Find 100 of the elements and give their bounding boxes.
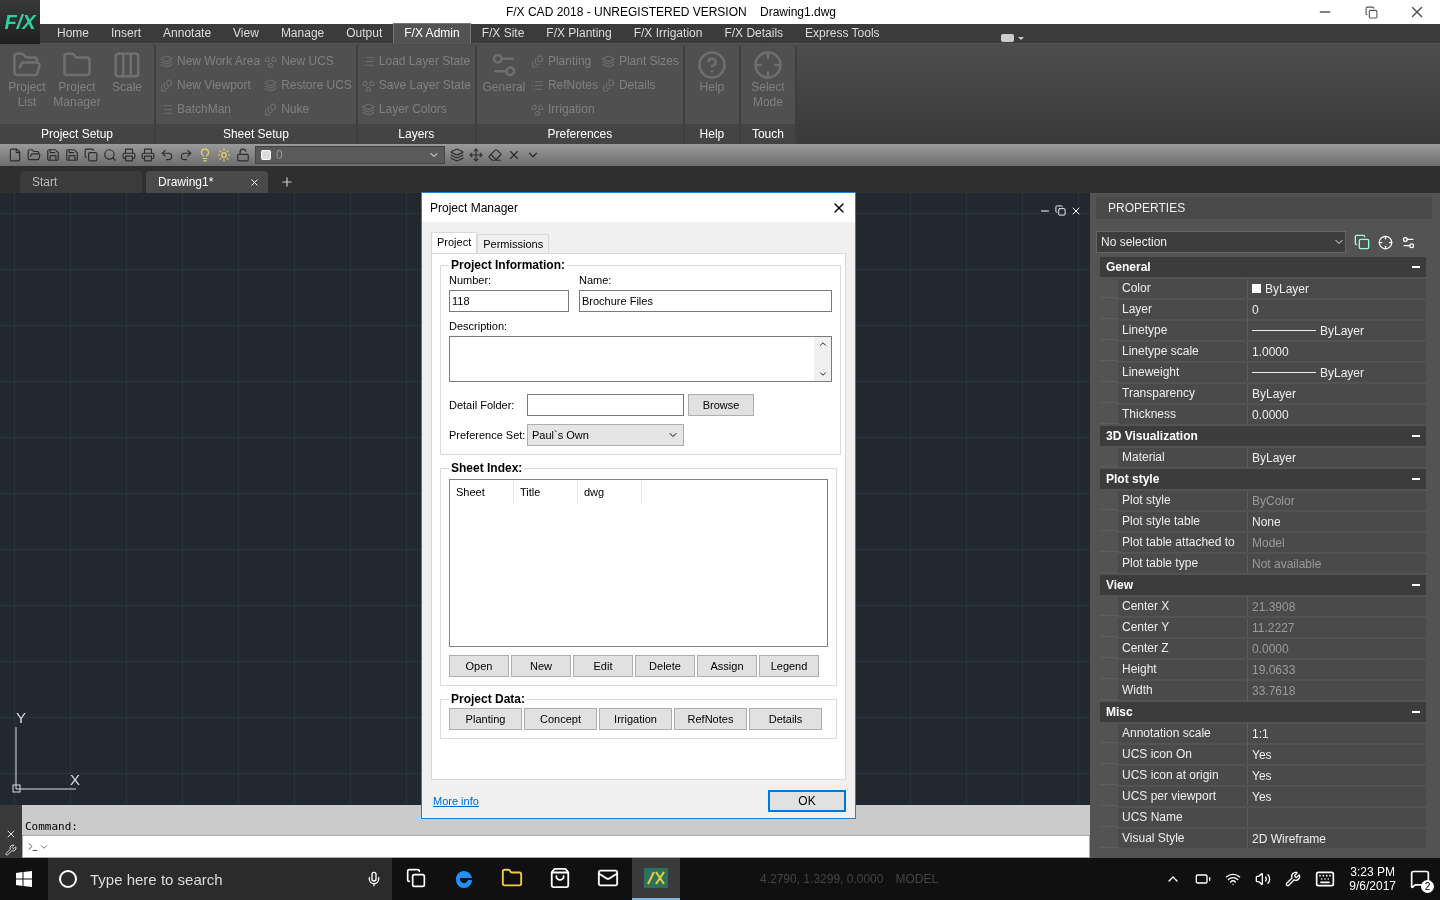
- redo-icon[interactable]: [179, 148, 193, 162]
- section-header[interactable]: General: [1100, 257, 1426, 277]
- description-field[interactable]: [449, 336, 832, 382]
- scroll-down-icon[interactable]: [817, 369, 828, 379]
- property-value[interactable]: ByLayer: [1248, 363, 1426, 382]
- sheet-button[interactable]: Open: [449, 655, 509, 677]
- ribbon-tab[interactable]: F/X Details: [713, 23, 795, 43]
- wrench-icon[interactable]: [5, 844, 17, 856]
- sheet-button[interactable]: Edit: [573, 655, 633, 677]
- property-value[interactable]: 0: [1248, 300, 1426, 319]
- ribbon-tab[interactable]: F/X Admin: [393, 23, 471, 43]
- column-header[interactable]: Title: [514, 480, 578, 504]
- layers-icon[interactable]: [450, 148, 464, 162]
- property-value[interactable]: 1:1: [1248, 724, 1426, 743]
- open-folder-icon[interactable]: [27, 148, 41, 162]
- property-value[interactable]: ByLayer: [1248, 279, 1426, 298]
- property-value[interactable]: ByLayer: [1248, 384, 1426, 403]
- dropdown-icon[interactable]: [1000, 33, 1025, 43]
- sheet-button[interactable]: Assign: [697, 655, 757, 677]
- property-value[interactable]: Yes: [1248, 787, 1426, 806]
- column-header[interactable]: dwg: [578, 480, 642, 504]
- lightbulb-icon[interactable]: [198, 148, 212, 162]
- property-value[interactable]: 2D Wireframe: [1248, 829, 1426, 848]
- section-header[interactable]: View: [1100, 575, 1426, 595]
- ribbon-tab[interactable]: F/X Planting: [535, 23, 623, 43]
- project-data-button[interactable]: Concept: [524, 708, 597, 730]
- property-value[interactable]: Yes: [1248, 766, 1426, 785]
- cross-icon[interactable]: [507, 148, 521, 162]
- search-field[interactable]: Type here to search: [88, 869, 356, 889]
- command-field[interactable]: [22, 835, 1090, 858]
- project-data-button[interactable]: Irrigation: [599, 708, 672, 730]
- clock-time[interactable]: 3:23 PM: [1350, 865, 1395, 879]
- collapse-icon[interactable]: [1412, 263, 1420, 271]
- wifi-icon[interactable]: [1225, 871, 1242, 887]
- close-icon[interactable]: [5, 828, 17, 840]
- ribbon-tab[interactable]: Manage: [269, 23, 336, 43]
- section-header[interactable]: Plot style: [1100, 469, 1426, 489]
- save-icon[interactable]: [46, 148, 60, 162]
- collapse-icon[interactable]: [1412, 432, 1420, 440]
- move-icon[interactable]: [469, 148, 483, 162]
- scroll-up-icon[interactable]: [817, 339, 828, 349]
- property-value[interactable]: ByLayer: [1248, 448, 1426, 467]
- speaker-icon[interactable]: [1255, 871, 1272, 887]
- printer-icon[interactable]: [141, 148, 155, 162]
- ribbon-tab[interactable]: Output: [335, 23, 394, 43]
- collapse-icon[interactable]: [1412, 581, 1420, 589]
- ribbon-tab[interactable]: F/X Irrigation: [622, 23, 714, 43]
- ribbon-tab[interactable]: Home: [46, 23, 100, 43]
- printer-icon[interactable]: [122, 148, 136, 162]
- close-icon[interactable]: [1070, 205, 1082, 217]
- sheet-button[interactable]: New: [511, 655, 571, 677]
- sheet-button[interactable]: Legend: [759, 655, 819, 677]
- preference-set-dropdown[interactable]: Paul`s Own: [527, 424, 684, 446]
- ribbon-tab[interactable]: Insert: [100, 23, 153, 43]
- collapse-icon[interactable]: [1412, 708, 1420, 716]
- dialog-tab[interactable]: Project: [431, 232, 478, 253]
- column-header[interactable]: Sheet: [450, 480, 514, 504]
- project-data-button[interactable]: RefNotes: [674, 708, 747, 730]
- property-value[interactable]: 1.0000: [1248, 342, 1426, 361]
- ribbon-tab[interactable]: Annotate: [152, 23, 223, 43]
- property-value[interactable]: 0.0000: [1248, 405, 1426, 424]
- browse-button[interactable]: Browse: [688, 394, 754, 416]
- document-tab[interactable]: Start: [20, 171, 142, 193]
- mail-icon[interactable]: [597, 867, 619, 889]
- search-icon[interactable]: [103, 148, 117, 162]
- undo-icon[interactable]: [160, 148, 174, 162]
- dialog-tab[interactable]: Permissions: [477, 234, 550, 253]
- ribbon-tab[interactable]: F/X Site: [470, 23, 536, 43]
- microphone-icon[interactable]: [366, 871, 382, 887]
- sheet-button[interactable]: Delete: [635, 655, 695, 677]
- property-value[interactable]: None: [1248, 512, 1426, 531]
- sun-icon[interactable]: [217, 148, 231, 162]
- ribbon-tab[interactable]: View: [222, 23, 270, 43]
- app-logo[interactable]: F/X: [0, 0, 40, 44]
- task-view-icon[interactable]: [406, 868, 426, 888]
- eraser-icon[interactable]: [488, 148, 502, 162]
- ok-button[interactable]: OK: [768, 790, 846, 812]
- windows-start-icon[interactable]: [16, 871, 32, 887]
- document-tab[interactable]: Drawing1*: [146, 171, 268, 193]
- project-data-button[interactable]: Details: [749, 708, 822, 730]
- copy-icon[interactable]: [84, 148, 98, 162]
- crosshair-icon[interactable]: [1378, 234, 1393, 250]
- shopping-bag-icon[interactable]: [549, 867, 571, 889]
- app-logo-icon[interactable]: [644, 868, 668, 888]
- number-field[interactable]: 118: [449, 290, 569, 312]
- restore-icon[interactable]: [1055, 205, 1066, 216]
- property-value[interactable]: ByLayer: [1248, 321, 1426, 340]
- close-icon[interactable]: [249, 176, 260, 188]
- keyboard-icon[interactable]: [1315, 869, 1336, 889]
- search-box[interactable]: Type here to search: [48, 858, 392, 900]
- more-info-link[interactable]: More info: [433, 795, 479, 807]
- restore-icon[interactable]: [1364, 5, 1378, 19]
- property-value[interactable]: Yes: [1248, 745, 1426, 764]
- folder-icon[interactable]: [501, 867, 523, 889]
- project-data-button[interactable]: Planting: [449, 708, 522, 730]
- unlock-icon[interactable]: [236, 148, 250, 162]
- section-header[interactable]: 3D Visualization: [1100, 426, 1426, 446]
- section-header[interactable]: Misc: [1100, 702, 1426, 722]
- new-file-icon[interactable]: [8, 148, 22, 162]
- ribbon-tab[interactable]: Express Tools: [794, 23, 891, 43]
